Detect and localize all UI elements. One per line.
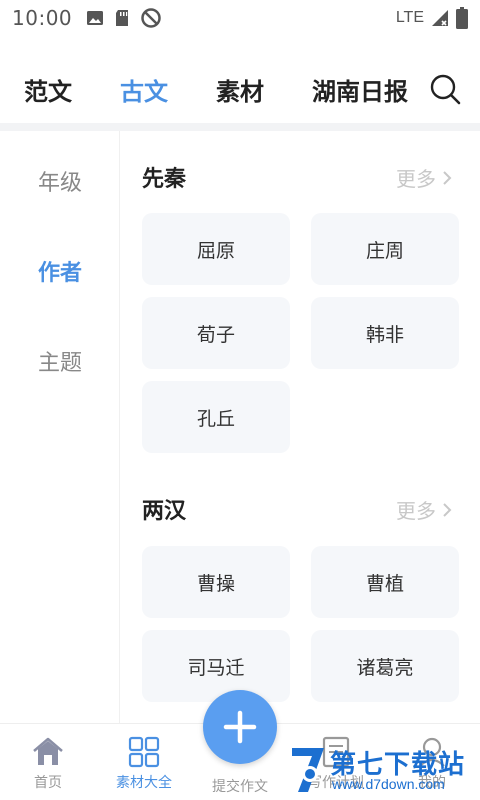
status-bar: 10:00 LTE [0, 0, 480, 36]
author-card[interactable]: 司马迁 [142, 630, 290, 702]
author-card[interactable]: 韩非 [311, 297, 459, 369]
data-saver-icon [141, 8, 161, 28]
nav-submit[interactable]: 提交作文 [192, 772, 288, 796]
author-card[interactable]: 荀子 [142, 297, 290, 369]
plus-icon [223, 710, 257, 744]
tab-sucai[interactable]: 素材 [216, 72, 264, 107]
category-side-nav: 年级 作者 主题 [0, 131, 120, 723]
status-time: 10:00 [12, 6, 73, 30]
submit-essay-fab[interactable] [203, 690, 277, 764]
section-title: 两汉 [142, 499, 187, 524]
image-icon [87, 11, 104, 25]
nav-materials[interactable]: 素材大全 [96, 736, 192, 792]
author-card[interactable]: 曹植 [311, 546, 459, 618]
nav-home[interactable]: 首页 [0, 736, 96, 792]
side-item-theme[interactable]: 主题 [0, 345, 120, 377]
author-content: 先秦 更多 屈原 庄周 荀子 韩非 孔丘 两汉 更多 曹操 曹植 司马迁 诸葛亮 [120, 131, 480, 723]
nav-label: 提交作文 [212, 779, 268, 795]
battery-icon [456, 7, 468, 29]
sd-card-icon [116, 10, 129, 26]
more-link[interactable]: 更多 [396, 495, 452, 524]
tab-guwen[interactable]: 古文 [120, 72, 168, 107]
notification-icons [86, 7, 162, 29]
search-icon[interactable] [428, 72, 462, 106]
section-header-xianqin: 先秦 更多 [142, 161, 462, 192]
tab-hunan-daily[interactable]: 湖南日报 [312, 72, 410, 107]
nav-label: 首页 [34, 775, 62, 791]
header-divider [0, 123, 480, 131]
watermark-url: www.d7down.com [332, 776, 445, 792]
watermark-logo-icon [292, 748, 324, 792]
grid-icon [128, 736, 160, 768]
more-label: 更多 [396, 499, 436, 523]
signal-icon [432, 10, 448, 26]
status-right: LTE [396, 7, 468, 29]
author-card[interactable]: 屈原 [142, 213, 290, 285]
network-type: LTE [395, 9, 424, 26]
author-card[interactable]: 孔丘 [142, 381, 290, 453]
top-tabs: 范文 古文 素材 湖南日报 [0, 58, 480, 120]
author-card[interactable]: 诸葛亮 [311, 630, 459, 702]
home-icon [33, 737, 63, 765]
watermark: 第七下载站 www.d7down.com [288, 742, 478, 798]
tab-fanwen[interactable]: 范文 [24, 72, 72, 107]
more-link[interactable]: 更多 [396, 163, 452, 192]
chevron-right-icon [443, 502, 452, 517]
more-label: 更多 [396, 167, 436, 191]
nav-label: 素材大全 [116, 775, 172, 791]
author-card[interactable]: 庄周 [311, 213, 459, 285]
chevron-right-icon [443, 170, 452, 185]
section-title: 先秦 [142, 167, 187, 192]
side-item-author[interactable]: 作者 [0, 255, 120, 287]
side-item-grade[interactable]: 年级 [0, 165, 120, 197]
section-header-lianghan: 两汉 更多 [142, 493, 462, 524]
author-card[interactable]: 曹操 [142, 546, 290, 618]
